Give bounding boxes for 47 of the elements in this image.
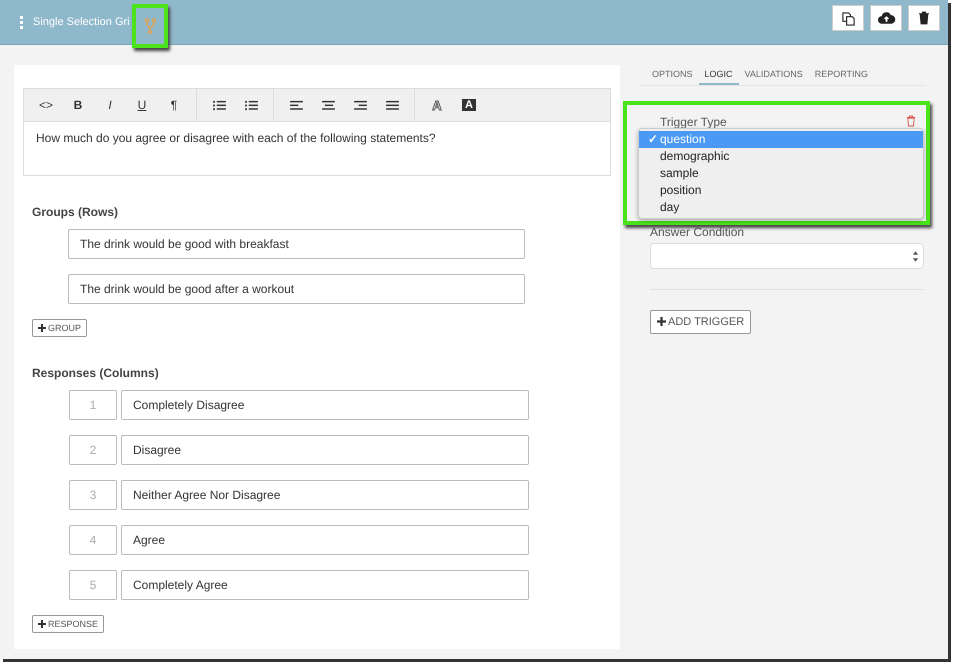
copy-button[interactable] — [832, 5, 864, 31]
group-field[interactable]: The drink would be good after a workout — [68, 274, 525, 304]
align-right-icon — [354, 100, 366, 110]
delete-icon[interactable] — [906, 115, 916, 127]
format-button[interactable]: U — [126, 89, 158, 121]
dropdown-option[interactable]: day — [639, 199, 923, 216]
response-field[interactable]: Completely Agree — [121, 570, 529, 600]
highlight-button[interactable]: A — [453, 89, 485, 121]
format-button[interactable]: B — [62, 89, 94, 121]
field-label: Trigger Type — [660, 115, 727, 129]
dropdown-option[interactable]: position — [639, 182, 923, 199]
group-field[interactable]: The drink would be good with breakfast — [68, 229, 525, 259]
stepper-arrows-icon — [912, 250, 919, 262]
add-trigger-button[interactable]: ADD TRIGGER — [650, 310, 752, 334]
add-group-button[interactable]: GROUP — [32, 319, 88, 337]
format-button[interactable]: I — [94, 89, 126, 121]
response-field[interactable]: Neither Agree Nor Disagree — [121, 480, 529, 510]
plus-icon — [657, 317, 666, 326]
response-field[interactable]: Completely Disagree — [121, 390, 529, 420]
dropdown-option[interactable]: demographic — [639, 148, 923, 165]
justify-icon — [386, 100, 398, 110]
align-left-icon — [290, 100, 302, 110]
section-heading: Responses (Columns) — [32, 366, 160, 380]
cloud-upload-icon — [876, 11, 896, 25]
dropdown-option[interactable]: sample — [639, 165, 923, 182]
align-center-icon — [322, 100, 334, 110]
tab[interactable]: OPTIONS — [646, 65, 699, 85]
question-text[interactable]: How much do you agree or disagree with each of the following statements? — [24, 122, 610, 175]
trash-icon — [918, 11, 930, 25]
delete-button[interactable] — [908, 5, 940, 31]
tab[interactable]: LOGIC — [698, 65, 739, 85]
tab[interactable]: VALIDATIONS — [738, 65, 809, 85]
response-field[interactable]: Agree — [121, 525, 529, 555]
plus-icon — [38, 324, 46, 332]
format-button[interactable]: ¶ — [158, 89, 190, 121]
numbered-list-icon — [244, 100, 258, 110]
copy-icon — [840, 10, 856, 26]
tab[interactable]: REPORTING — [808, 65, 874, 85]
format-button[interactable]: <> — [30, 89, 62, 121]
field-label: Answer Condition — [650, 225, 746, 239]
upload-button[interactable] — [870, 5, 902, 31]
question-title: Single Selection Gri — [33, 16, 130, 28]
response-field[interactable]: Disagree — [121, 435, 529, 465]
add-response-button[interactable]: RESPONSE — [32, 615, 104, 633]
plus-icon — [38, 620, 46, 628]
bullet-list-icon — [212, 100, 226, 110]
section-heading: Groups (Rows) — [32, 205, 119, 219]
